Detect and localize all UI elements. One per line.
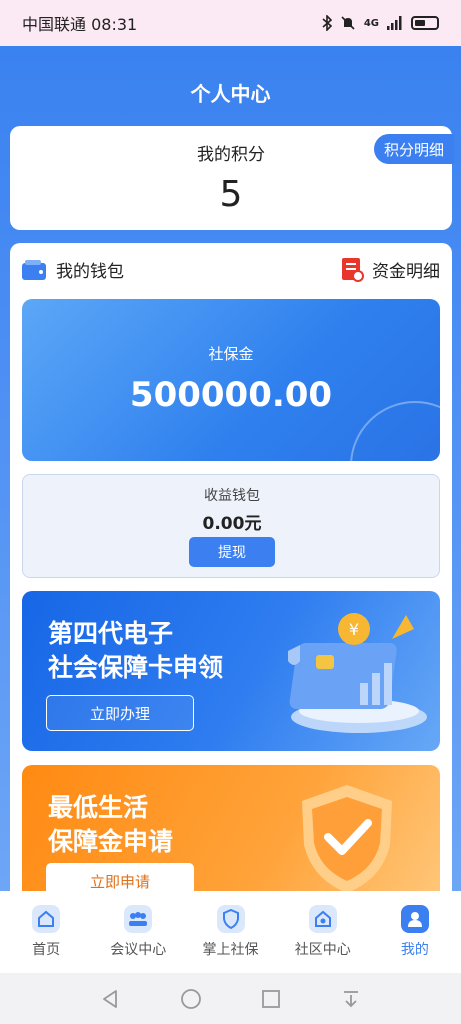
tab-label: 社区中心: [294, 942, 351, 958]
social-security-label: 社保金: [208, 345, 254, 363]
tab-label: 首页: [32, 942, 61, 958]
income-label: 收益钱包: [204, 488, 260, 504]
status-bar: 中国联通 08:31 4G: [0, 0, 461, 46]
subsistence-banner[interactable]: 最低生活 保障金申请 立即申请: [22, 765, 440, 905]
banner-title-line1: 第四代电子: [48, 619, 174, 648]
battery-icon: [411, 16, 439, 30]
card-illustration-icon: ¥: [288, 613, 427, 733]
income-wallet-card: 收益钱包 0.00元 提现: [22, 474, 440, 578]
recents-icon[interactable]: [261, 989, 281, 1009]
wallet-header: 我的钱包: [22, 257, 124, 282]
bill-icon: [342, 257, 364, 282]
system-nav-bar: [0, 973, 461, 1024]
tab-label: 我的: [400, 942, 429, 958]
fund-detail-label: 资金明细: [372, 262, 440, 282]
community-icon: [308, 905, 337, 933]
social-security-amount: 500000.00: [129, 375, 333, 415]
meeting-icon: [124, 905, 153, 933]
shield-check-icon: [292, 785, 402, 905]
tab-social-security[interactable]: 掌上社保: [184, 891, 276, 973]
banner-title-line2: 保障金申请: [48, 827, 174, 856]
points-card: 我的积分 5 积分明细: [10, 126, 454, 230]
wallet-card: 我的钱包 资金明细 社保金 500000.00 收益钱包 0.00元 提现 第四…: [10, 243, 452, 905]
page-title: 个人中心: [190, 82, 271, 106]
tab-label: 会议中心: [110, 942, 167, 958]
network-type: 4G: [363, 17, 379, 29]
social-card-banner[interactable]: 第四代电子 社会保障卡申领 立即办理 ¥: [22, 591, 440, 751]
banner-title: 最低生活 保障金申请: [48, 791, 173, 859]
wallet-icon: [22, 259, 46, 280]
mute-icon: [341, 16, 355, 30]
home-icon: [32, 905, 61, 933]
shield-icon: [216, 905, 245, 933]
status-icons: 4G: [322, 15, 439, 31]
tab-label: 掌上社保: [202, 942, 259, 958]
social-security-card[interactable]: 社保金 500000.00: [22, 299, 440, 461]
signal-icon: [387, 16, 402, 30]
tab-community-center[interactable]: 社区中心: [277, 891, 369, 973]
fund-detail-link[interactable]: 资金明细: [342, 257, 440, 282]
points-detail-button[interactable]: 积分明细: [373, 134, 454, 164]
home-nav-icon[interactable]: [180, 988, 202, 1010]
wallet-title: 我的钱包: [56, 262, 124, 282]
bluetooth-icon: [322, 15, 332, 31]
tab-home[interactable]: 首页: [0, 891, 92, 973]
tab-mine[interactable]: 我的: [369, 891, 461, 973]
banner-title-line2: 社会保障卡申领: [48, 653, 224, 682]
svg-text:¥: ¥: [349, 620, 359, 639]
tab-meeting-center[interactable]: 会议中心: [92, 891, 184, 973]
banner-title-line1: 最低生活: [48, 793, 149, 822]
points-value: 5: [219, 174, 243, 215]
apply-now-button[interactable]: 立即办理: [46, 695, 194, 731]
banner-title: 第四代电子 社会保障卡申领: [48, 617, 223, 685]
carrier-time: 中国联通 08:31: [22, 15, 138, 34]
income-amount: 0.00元: [202, 514, 262, 534]
notification-pull-icon[interactable]: [341, 989, 361, 1009]
back-icon[interactable]: [100, 989, 120, 1009]
user-icon: [400, 905, 429, 933]
withdraw-button[interactable]: 提现: [189, 537, 275, 567]
bottom-tab-bar: 首页 会议中心 掌上社保 社区中心 我的: [0, 891, 461, 973]
